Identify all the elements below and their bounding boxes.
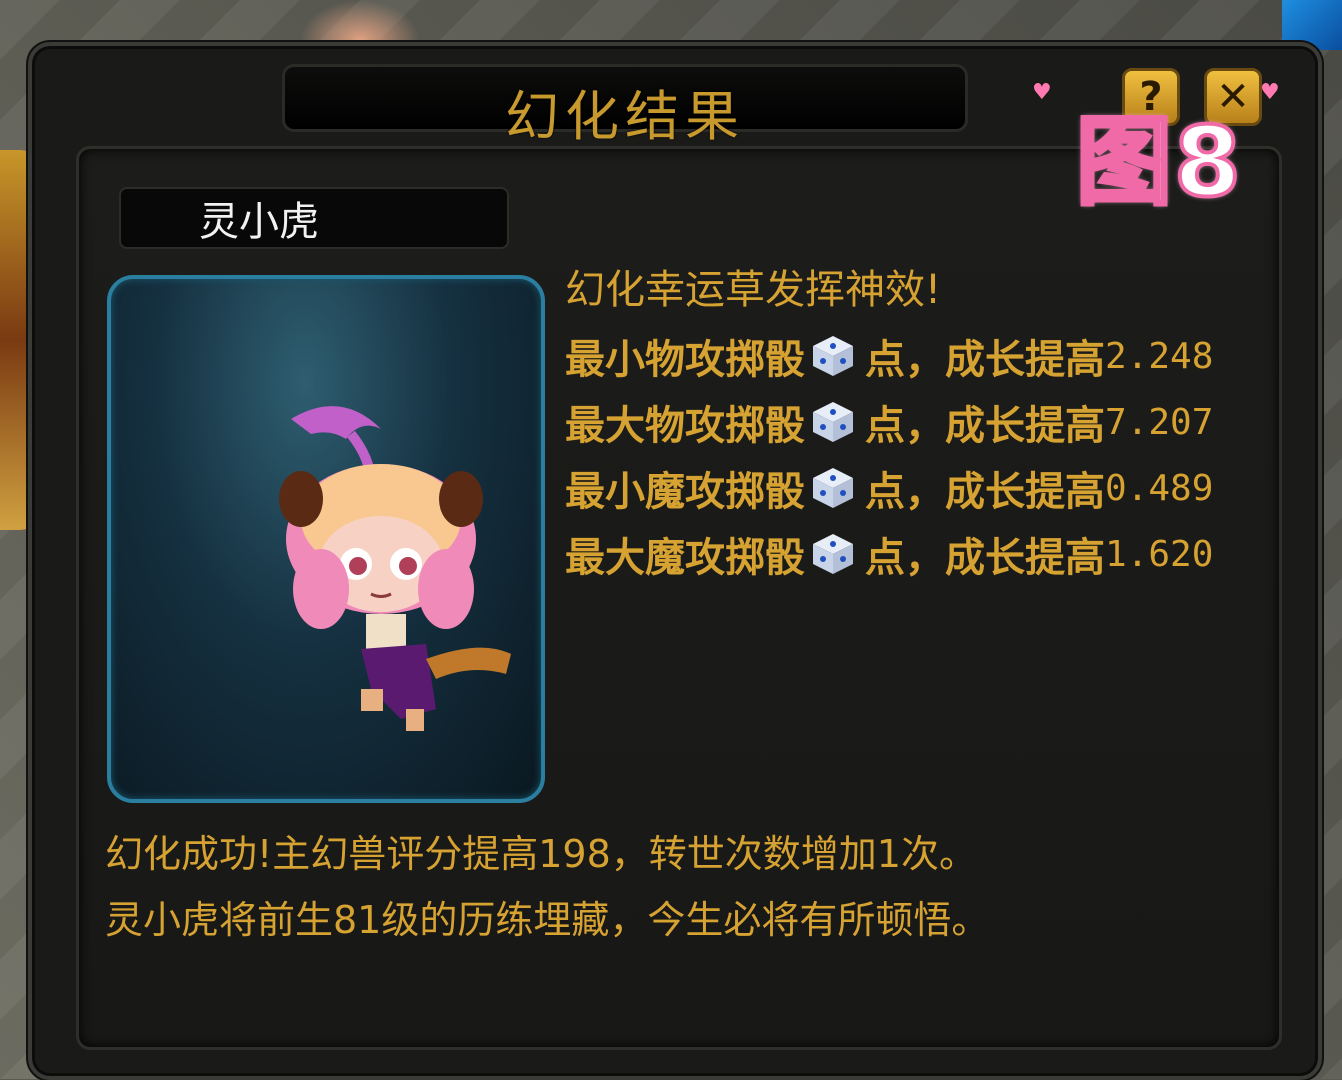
pet-name-bar: 灵小虎 xyxy=(119,187,509,249)
stat-value: 0.489 xyxy=(1105,467,1214,509)
stat-suffix: 点，成长提高 xyxy=(865,469,1105,515)
stat-value: 1.620 xyxy=(1105,533,1214,575)
pet-name: 灵小虎 xyxy=(199,199,319,245)
stat-label: 最大物攻掷骰 xyxy=(565,403,805,449)
stat-label: 最大魔攻掷骰 xyxy=(565,535,805,581)
overlay-tag: 图8 xyxy=(1074,104,1243,220)
stat-row-max-physical: 最大物攻掷骰 点，成长提高 7.207 xyxy=(565,389,1275,455)
dice-icon[interactable] xyxy=(811,334,855,378)
stat-value: 2.248 xyxy=(1105,335,1214,377)
stat-suffix: 点，成长提高 xyxy=(865,337,1105,383)
result-message: 幻化成功!主幻兽评分提高198，转世次数增加1次。 灵小虎将前生81级的历练埋藏… xyxy=(105,821,1265,953)
heart-icon: ♥ xyxy=(1260,80,1280,105)
dice-icon[interactable] xyxy=(811,400,855,444)
background-decoration-top xyxy=(300,0,420,40)
lucky-message: 幻化幸运草发挥神效! xyxy=(565,267,942,313)
stats-panel: 幻化幸运草发挥神效! 最小物攻掷骰 点，成长提高 2.248 最大物攻掷骰 点，… xyxy=(565,257,1275,587)
pet-portrait-frame xyxy=(107,275,545,803)
content-panel: 灵小虎 幻化幸运草发挥神效! 最小物攻掷骰 点，成长提高 2.248 最大物攻掷… xyxy=(76,146,1282,1050)
pet-sprite xyxy=(279,406,511,731)
stat-value: 7.207 xyxy=(1105,401,1214,443)
stat-row-max-magic: 最大魔攻掷骰 点，成长提高 1.620 xyxy=(565,521,1275,587)
heart-icon: ♥ xyxy=(1032,80,1052,105)
dice-icon[interactable] xyxy=(811,532,855,576)
stat-label: 最小魔攻掷骰 xyxy=(565,469,805,515)
stat-suffix: 点，成长提高 xyxy=(865,535,1105,581)
window-title: 幻化结果 xyxy=(505,84,745,148)
result-line-1: 幻化成功!主幻兽评分提高198，转世次数增加1次。 xyxy=(105,832,977,876)
stat-row-min-magic: 最小魔攻掷骰 点，成长提高 0.489 xyxy=(565,455,1275,521)
title-bar[interactable]: 幻化结果 xyxy=(282,64,968,148)
stat-label: 最小物攻掷骰 xyxy=(565,337,805,383)
stat-row-min-physical: 最小物攻掷骰 点，成长提高 2.248 xyxy=(565,323,1275,389)
result-line-2: 灵小虎将前生81级的历练埋藏，今生必将有所顿悟。 xyxy=(105,898,990,942)
dice-icon[interactable] xyxy=(811,466,855,510)
stat-suffix: 点，成长提高 xyxy=(865,403,1105,449)
